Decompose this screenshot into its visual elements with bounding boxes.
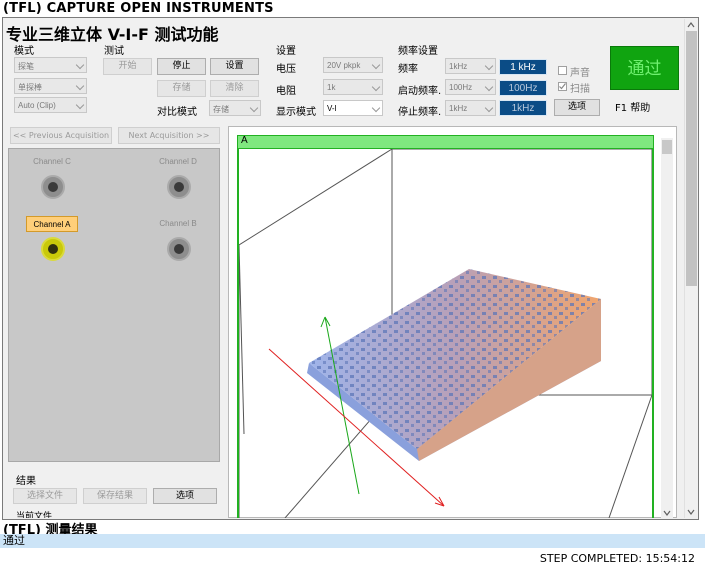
- vif-3d-plot[interactable]: [239, 149, 652, 518]
- resistance-label: 电阻: [276, 86, 296, 97]
- start-frequency-select-value: 100Hz: [449, 83, 473, 92]
- stop-frequency-select-value: 1kHz: [449, 104, 468, 113]
- channel-c-connector[interactable]: [41, 175, 65, 199]
- stop-frequency-select[interactable]: 1kHz: [445, 100, 496, 116]
- channel-c-label: Channel C: [33, 157, 71, 166]
- display-mode-label: 显示模式: [276, 107, 316, 118]
- auto-clip-select[interactable]: Auto (Clip): [14, 97, 87, 113]
- resistance-select[interactable]: 1k: [323, 79, 383, 95]
- channel-b-label: Channel B: [159, 219, 197, 228]
- connector-core: [174, 182, 184, 192]
- channel-a-connector[interactable]: [41, 237, 65, 261]
- scroll-up-icon[interactable]: [685, 21, 697, 29]
- select-file-button[interactable]: 选择文件: [13, 488, 77, 504]
- stop-frequency-value[interactable]: 1kHz: [499, 100, 547, 116]
- previous-acquisition-button[interactable]: << Previous Acquisition: [10, 127, 112, 144]
- chevron-down-icon: [75, 81, 85, 91]
- connector-core: [174, 244, 184, 254]
- channel-a-label[interactable]: Channel A: [26, 216, 78, 232]
- save-result-button[interactable]: 保存结果: [83, 488, 147, 504]
- plot-scrollbar[interactable]: [661, 138, 673, 518]
- compare-mode-select[interactable]: 存储: [209, 100, 261, 116]
- chevron-down-icon: [484, 61, 494, 71]
- help-label[interactable]: F1 帮助: [615, 99, 650, 114]
- frequency-value[interactable]: 1 kHz: [499, 59, 547, 75]
- sound-checkbox[interactable]: [558, 66, 567, 75]
- sweep-checkbox[interactable]: [558, 82, 567, 91]
- plot-scroll-thumb[interactable]: [662, 140, 672, 154]
- plot-tab-label: A: [241, 135, 248, 146]
- channel-b-connector[interactable]: [167, 237, 191, 261]
- step-status: STEP COMPLETED: 15:54:12: [539, 552, 695, 565]
- single-probe-select-value: 单探棒: [18, 83, 42, 92]
- current-file-label: 当前文件: [16, 512, 53, 518]
- chevron-down-icon: [484, 82, 494, 92]
- plot-tab-bar: [237, 135, 654, 149]
- connector-core: [48, 182, 58, 192]
- check-icon: [559, 83, 566, 90]
- scroll-down-icon[interactable]: [685, 508, 697, 516]
- clear-button[interactable]: 清除: [210, 80, 259, 97]
- resistance-select-value: 1k: [327, 83, 336, 92]
- results-label: 结果: [16, 476, 36, 487]
- stop-frequency-label: 停止频率.: [398, 107, 442, 118]
- frequency-label: 频率: [398, 64, 418, 75]
- stop-button[interactable]: 停止: [157, 58, 206, 75]
- plot-border-right: [652, 149, 654, 518]
- main-scroll-thumb[interactable]: [686, 31, 697, 286]
- start-frequency-select[interactable]: 100Hz: [445, 79, 496, 95]
- scroll-down-icon[interactable]: [661, 509, 673, 517]
- voltage-label: 电压: [276, 64, 296, 75]
- channel-d-label: Channel D: [159, 157, 197, 166]
- single-probe-select[interactable]: 单探棒: [14, 78, 87, 94]
- connector-core: [48, 244, 58, 254]
- probe-select-value: 探笔: [18, 62, 34, 71]
- display-mode-select-value: V-I: [327, 104, 337, 113]
- start-frequency-label: 启动频率.: [398, 86, 442, 97]
- settings-label: 设置: [276, 46, 296, 57]
- voltage-select-value: 20V pkpk: [327, 61, 361, 70]
- save-button[interactable]: 存储: [157, 80, 206, 97]
- chevron-down-icon: [249, 103, 259, 113]
- main-scrollbar[interactable]: [684, 19, 698, 518]
- chevron-down-icon: [371, 103, 381, 113]
- frequency-options-button[interactable]: 选项: [554, 99, 600, 116]
- setup-button[interactable]: 设置: [210, 58, 259, 75]
- sound-label: 声音: [570, 68, 590, 79]
- display-mode-select[interactable]: V-I: [323, 100, 383, 116]
- pass-status-indicator: 通过: [610, 46, 679, 90]
- next-acquisition-button[interactable]: Next Acquisition >>: [118, 127, 220, 144]
- frequency-settings-label: 频率设置: [398, 46, 438, 57]
- mode-label: 模式: [14, 46, 34, 57]
- chevron-down-icon: [484, 103, 494, 113]
- start-button[interactable]: 开始: [103, 58, 152, 75]
- chevron-down-icon: [371, 82, 381, 92]
- chevron-down-icon: [75, 100, 85, 110]
- compare-mode-select-value: 存储: [213, 105, 229, 114]
- auto-clip-select-value: Auto (Clip): [18, 101, 56, 110]
- app-title: (TFL) CAPTURE OPEN INSTRUMENTS: [3, 1, 274, 16]
- channel-d-connector[interactable]: [167, 175, 191, 199]
- test-label: 测试: [104, 46, 124, 57]
- sweep-label: 扫描: [570, 84, 590, 95]
- channel-panel: [8, 148, 220, 462]
- frequency-select[interactable]: 1kHz: [445, 58, 496, 74]
- voltage-select[interactable]: 20V pkpk: [323, 57, 383, 73]
- measurement-result-row[interactable]: 通过: [0, 534, 705, 548]
- results-options-button[interactable]: 选项: [153, 488, 217, 504]
- compare-mode-label: 对比模式: [157, 107, 197, 118]
- frequency-select-value: 1kHz: [449, 62, 468, 71]
- chevron-down-icon: [75, 60, 85, 70]
- probe-select[interactable]: 探笔: [14, 57, 87, 73]
- chevron-down-icon: [371, 60, 381, 70]
- start-frequency-value[interactable]: 100Hz: [499, 80, 547, 96]
